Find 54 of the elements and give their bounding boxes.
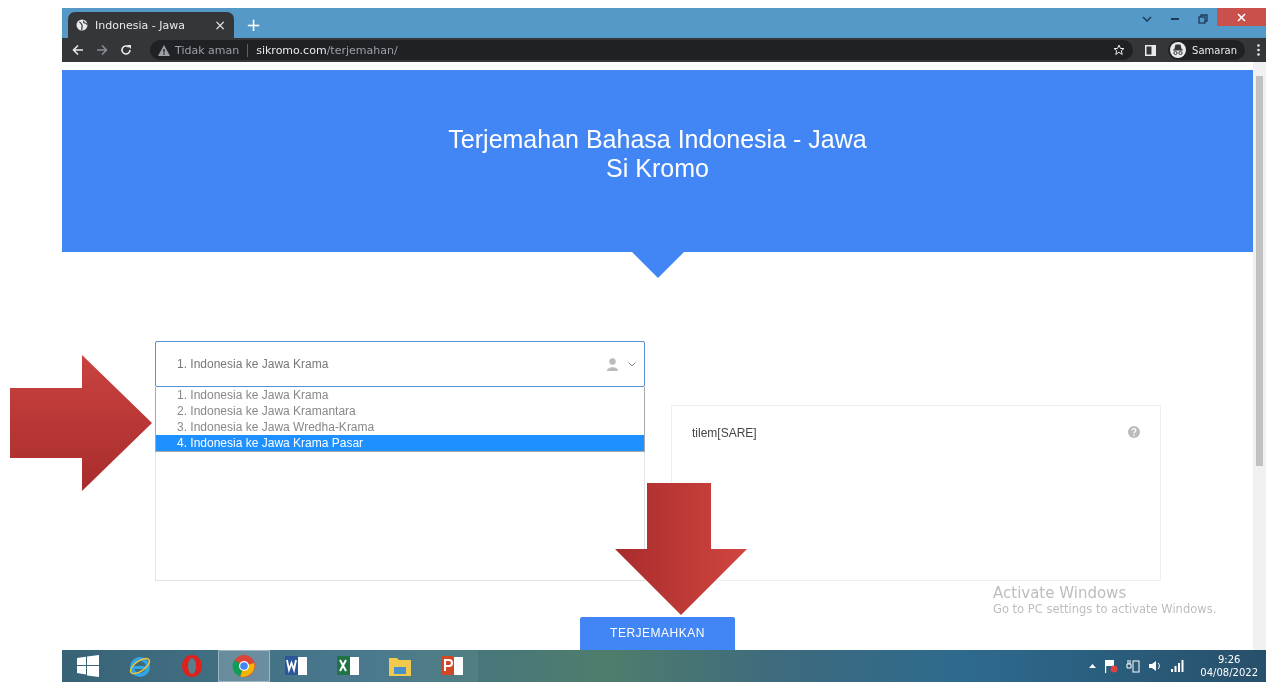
taskbar-app-button[interactable] [426,650,478,682]
person-icon [607,357,618,371]
dropdown-option[interactable]: 4. Indonesia ke Jawa Krama Pasar [156,435,644,451]
taskbar-clock[interactable]: 9:26 04/08/2022 [1200,653,1258,679]
signal-icon[interactable] [1170,660,1185,672]
side-panel-icon[interactable] [1145,44,1157,56]
restore-icon[interactable] [1198,14,1208,24]
security-label: Tidak aman [175,43,240,57]
page-title: Terjemahan Bahasa Indonesia - Jawa [448,125,867,154]
browser-tab[interactable]: Indonesia - Jawa × [68,12,234,38]
slides-p-icon [440,654,464,678]
page-title: Si Kromo [606,154,709,183]
profile-name: Samaran [1192,44,1237,56]
document-w-icon [284,654,308,678]
chevron-down-icon[interactable] [1142,16,1152,22]
clock-date: 04/08/2022 [1200,666,1258,679]
folder-icon [388,655,412,677]
star-icon[interactable] [1113,44,1126,56]
tab-title: Indonesia - Jawa [95,18,186,32]
language-select[interactable]: 1. Indonesia ke Jawa Krama [155,341,645,387]
url-path: /terjemahan/ [326,43,398,57]
tab-close-button[interactable]: × [214,17,226,33]
translate-button[interactable]: TERJEMAHKAN [580,617,735,650]
taskbar-app-button[interactable] [62,650,114,682]
kebab-menu-icon[interactable] [1257,44,1260,56]
close-icon [1237,12,1246,22]
speaker-icon[interactable] [1148,659,1163,673]
chevron-down-icon [628,361,636,367]
scrollbar[interactable] [1253,62,1266,650]
clock-time: 9:26 [1217,653,1241,666]
translation-text: tilem[SARE] [692,426,757,442]
url-domain: sikromo.com [256,43,327,57]
warning-icon [158,44,170,56]
globe-icon [76,19,88,31]
forward-icon[interactable] [96,44,108,56]
taskbar-app-button[interactable] [270,650,322,682]
chrome-icon [232,654,256,678]
input-field[interactable]: 1. Indonesia ke Jawa Krama 2. Indonesia ke Jawa Kramantara 3. Indonesia ke Jawa Wredha-Krama 4. Indonesia ke Jawa Krama Pasar [155,387,645,581]
letter-o-icon [180,654,204,678]
activation-text: Go to PC settings to activate Windows. [993,602,1217,616]
browser-e-icon [128,654,152,678]
battery-icon[interactable] [1126,659,1141,673]
address-bar[interactable]: Tidak aman sikromo.com/terjemahan/ [150,40,1134,60]
close-button[interactable] [1217,8,1266,26]
reload-icon[interactable] [120,44,132,56]
spreadsheet-x-icon [336,654,360,678]
activation-title: Activate Windows [993,584,1128,602]
incognito-icon [1170,42,1187,58]
windows-logo-icon [77,655,99,677]
flag-icon[interactable] [1104,659,1119,673]
caret-up-icon[interactable] [1089,664,1097,668]
back-icon[interactable] [72,44,84,56]
profile-button[interactable]: Samaran [1168,40,1245,60]
new-tab-button[interactable]: + [246,12,262,36]
